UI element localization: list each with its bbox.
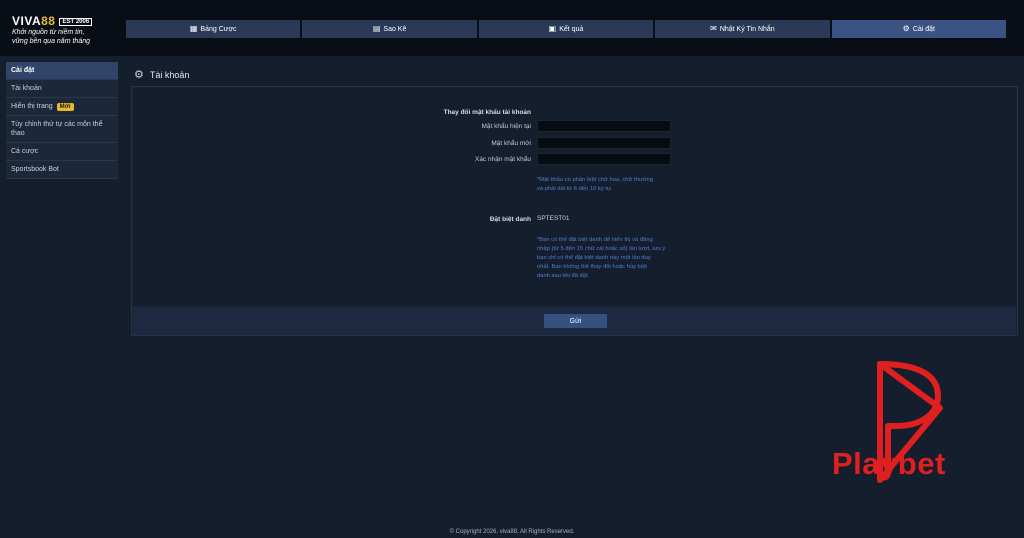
playbet-brand-text: Playbet bbox=[832, 446, 946, 481]
sidebar-item-label: Tùy chỉnh thứ tự các môn thể thao bbox=[11, 121, 103, 137]
nickname-note-line: *Bạn có thể đặt biệt danh để hiển thị và… bbox=[537, 237, 653, 243]
new-password-input[interactable] bbox=[537, 137, 671, 149]
sidebar-item-sportsbook-bot[interactable]: Sportsbook Bot bbox=[6, 161, 118, 179]
nav-tab-label: Bảng Cược bbox=[200, 25, 237, 33]
confirm-password-label: Xác nhận mật khẩu bbox=[474, 156, 531, 163]
sidebar-item-label: Hiển thị trang bbox=[11, 103, 53, 110]
settings-sidebar: Cài đặt Tài khoản Hiển thị trang Mới Tùy… bbox=[6, 62, 118, 179]
site-logo[interactable]: VIVA88 EST 2006 Khởi nguồn từ niềm tin, v… bbox=[12, 14, 112, 46]
nickname-label: Đặt biệt danh bbox=[489, 216, 531, 223]
current-password-label: Mật khẩu hiện tại bbox=[481, 123, 531, 130]
nav-tab-results[interactable]: ▣ Kết quả bbox=[478, 20, 654, 38]
page-title-text: Tài khoản bbox=[149, 69, 190, 80]
main-nav: ▦ Bảng Cược ▤ Sao Kê ▣ Kết quả ✉ Nhật Ký… bbox=[126, 20, 1007, 38]
sidebar-item-account[interactable]: Tài khoản bbox=[6, 80, 118, 98]
sidebar-item-label: Tài khoản bbox=[11, 85, 42, 92]
password-note-line: *Mật khẩu có phân biệt chữ hoa, chữ thườ… bbox=[537, 177, 653, 183]
nickname-rule-note: *Bạn có thể đặt biệt danh để hiển thị và… bbox=[537, 236, 677, 281]
sidebar-item-page-display[interactable]: Hiển thị trang Mới bbox=[6, 98, 118, 116]
sidebar-heading: Cài đặt bbox=[6, 62, 118, 80]
sidebar-item-label: Cá cược bbox=[11, 148, 39, 155]
mail-icon: ✉ bbox=[710, 24, 717, 33]
submit-button[interactable]: Gửi bbox=[544, 314, 607, 328]
nav-tab-label: Kết quả bbox=[559, 25, 584, 33]
new-badge: Mới bbox=[56, 103, 74, 111]
logo-wordmark: VIVA88 EST 2006 bbox=[12, 14, 112, 28]
logo-tagline-1: Khởi nguồn từ niềm tin, bbox=[12, 29, 85, 36]
sidebar-item-label: Sportsbook Bot bbox=[11, 166, 59, 173]
nickname-note-line: bạn chỉ có thể đặt biệt danh này một lần… bbox=[537, 255, 651, 261]
nav-tab-label: Cài đặt bbox=[912, 25, 935, 33]
logo-main-text: VIVA bbox=[12, 14, 42, 28]
logo-accent-text: 88 bbox=[41, 14, 56, 28]
gear-icon: ⚙ bbox=[902, 24, 910, 33]
sidebar-item-sports-order[interactable]: Tùy chỉnh thứ tự các môn thể thao bbox=[6, 116, 118, 143]
nickname-note-line: danh sau khi đã đặt. bbox=[537, 273, 590, 279]
nav-tab-label: Nhật Ký Tin Nhắn bbox=[719, 25, 775, 33]
account-form: Thay đổi mật khẩu tài khoản Mật khẩu hiệ… bbox=[133, 88, 1016, 306]
document-icon: ▤ bbox=[372, 24, 381, 33]
current-password-input[interactable] bbox=[537, 120, 671, 132]
logo-tagline-2: vững bền qua năm tháng bbox=[12, 38, 90, 45]
copyright-footer: © Copyright 2026. viva88. All Rights Res… bbox=[449, 529, 575, 535]
header: VIVA88 EST 2006 Khởi nguồn từ niềm tin, v… bbox=[0, 0, 1024, 56]
nav-tab-label: Sao Kê bbox=[383, 25, 407, 33]
password-note-line: và phải dài từ 6 đến 10 ký tự. bbox=[537, 186, 613, 192]
nav-tab-statement[interactable]: ▤ Sao Kê bbox=[302, 20, 477, 38]
nickname-value: SPTEST01 bbox=[537, 215, 570, 222]
confirm-password-input[interactable] bbox=[537, 153, 671, 165]
password-rule-note: *Mật khẩu có phân biệt chữ hoa, chữ thườ… bbox=[537, 176, 653, 194]
account-settings-panel: Thay đổi mật khẩu tài khoản Mật khẩu hiệ… bbox=[131, 86, 1018, 336]
sidebar-item-betting[interactable]: Cá cược bbox=[6, 143, 118, 161]
logo-badge: EST 2006 bbox=[59, 18, 93, 26]
nickname-note-line: nhất. Bạn không thể thay đổi hoặc hủy bi… bbox=[537, 264, 647, 270]
nav-tab-betting-table[interactable]: ▦ Bảng Cược bbox=[126, 20, 301, 38]
nav-tab-settings[interactable]: ⚙ Cài đặt bbox=[831, 20, 1007, 38]
table-icon: ▦ bbox=[189, 24, 198, 33]
form-footer: Gửi bbox=[133, 307, 1016, 335]
results-icon: ▣ bbox=[548, 24, 557, 33]
page-title: ⚙ Tài khoản bbox=[134, 68, 189, 81]
new-password-label: Mật khẩu mới bbox=[491, 140, 531, 147]
gear-icon: ⚙ bbox=[134, 69, 144, 81]
nickname-note-line: nhập (từ 5 đến 15 chữ cái hoặc số) lần l… bbox=[537, 246, 666, 252]
nav-tab-message-log[interactable]: ✉ Nhật Ký Tin Nhắn bbox=[655, 20, 830, 38]
password-section-heading: Thay đổi mật khẩu tài khoản bbox=[443, 109, 531, 116]
